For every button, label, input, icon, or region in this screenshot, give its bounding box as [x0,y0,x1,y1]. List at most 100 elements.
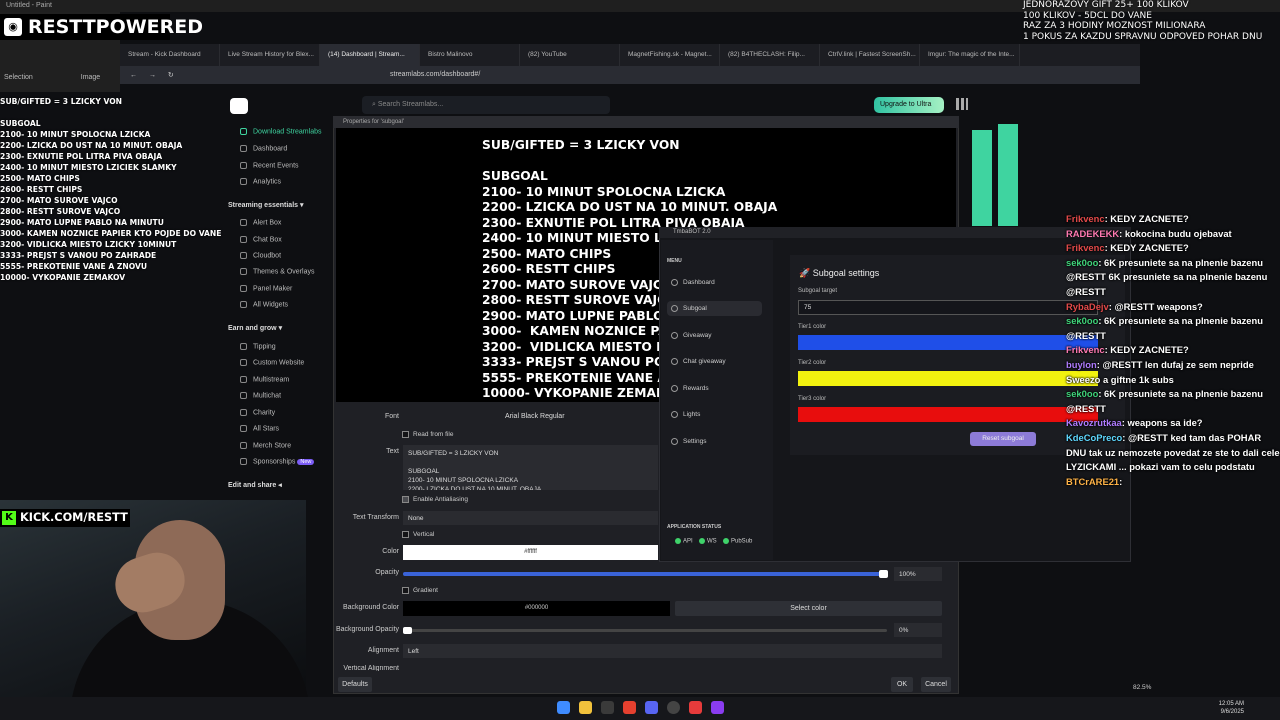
sidebar-item-charity[interactable]: Charity [240,409,275,416]
streamlabs-search[interactable]: ⌕ Search Streamlabs... [362,96,610,114]
subgoal-target-input[interactable]: 75 [798,300,1098,315]
bot-nav-subgoal[interactable]: Subgoal [667,301,762,317]
bot-nav-giveaway[interactable]: Giveaway [667,328,762,343]
sidebar-item-merch-store[interactable]: Merch Store [240,442,291,449]
streamlabs-sidebar: Download Streamlabs Dashboard Recent Eve… [225,90,335,500]
bot-title: TmbaBOT 2.0 [659,227,1131,238]
sidebar-item-label: Alert Box [253,219,282,227]
upgrade-ultra-button[interactable]: Upgrade to Ultra [874,97,944,113]
chat-user: sek0oo [1066,315,1099,327]
brave-browser-icon[interactable] [623,701,636,714]
transform-select[interactable]: None [403,511,658,525]
sidebar-item-download[interactable]: Download Streamlabs [240,128,321,135]
apps-grid-icon[interactable] [956,98,968,110]
nav-label: Chat giveaway [683,358,726,366]
discord-icon[interactable] [645,701,658,714]
bot-nav-chat-giveaway[interactable]: Chat giveaway [667,354,762,369]
sidebar-item-panel-maker[interactable]: Panel Maker [240,285,292,292]
browser-tab[interactable]: Live Stream History for Blex... [220,44,320,66]
section-edit-and-share[interactable]: Edit and share ◂ [228,481,282,489]
bot-nav-settings[interactable]: Settings [667,434,762,449]
sidebar-item-sponsorships[interactable]: Sponsorships New [240,458,315,466]
start-icon[interactable] [557,701,570,714]
sidebar-item-chat-box[interactable]: Chat Box [240,236,282,243]
sidebar-item-all-stars[interactable]: All Stars [240,425,279,432]
bot-nav-lights[interactable]: Lights [667,407,762,422]
selection-tool-label[interactable]: Selection [4,74,33,81]
chat-user: RADEKEKK [1066,227,1120,239]
bot-nav-dashboard[interactable]: Dashboard [667,275,762,290]
sidebar-item-alert-box[interactable]: Alert Box [240,219,281,226]
browser-tab[interactable]: CtrlV.link | Fastest ScreenSh... [820,44,920,66]
bg-color-swatch[interactable]: #000000 [403,601,670,616]
browser-tab-active[interactable]: (14) Dashboard | Stream... [320,44,420,66]
sidebar-item-multistream[interactable]: Multistream [240,376,289,383]
gradient-checkbox[interactable]: Gradient [402,587,438,594]
terminal-icon[interactable] [601,701,614,714]
section-earn-and-grow[interactable]: Earn and grow ▾ [228,324,282,332]
image-tool-label[interactable]: Image [81,74,100,81]
sidebar-item-multichat[interactable]: Multichat [240,392,281,399]
browser-tab[interactable]: MagnetFishing.sk - Magnet... [620,44,720,66]
tier2-color-swatch[interactable] [798,371,1098,386]
sidebar-item-analytics[interactable]: Analytics [240,178,281,185]
browser-tab[interactable]: (82) B4THECLASH: Filip... [720,44,820,66]
nav-label: Settings [683,438,707,446]
checkbox[interactable] [402,431,409,438]
rocket-icon [671,305,678,312]
defaults-button[interactable]: Defaults [338,677,372,692]
sidebar-item-label: Multichat [253,392,282,400]
checkbox[interactable] [402,531,409,538]
sidebar-item-dashboard[interactable]: Dashboard [240,145,287,152]
opacity-slider-handle[interactable] [879,570,888,578]
color-label: Color [382,548,399,555]
checkbox[interactable] [402,496,409,503]
checkbox[interactable] [402,587,409,594]
sidebar-item-cloudbot[interactable]: Cloudbot [240,252,281,259]
cancel-button[interactable]: Cancel [921,677,951,692]
sidebar-item-recent-events[interactable]: Recent Events [240,162,299,169]
browser-tab[interactable]: Imgur: The magic of the Inte... [920,44,1020,66]
forward-icon[interactable]: → [149,72,156,79]
color-swatch[interactable]: #ffffff [403,545,658,560]
system-clock[interactable]: 12:05 AM 9/6/2025 [1219,700,1244,716]
vertical-checkbox[interactable]: Vertical [402,531,434,538]
overlay-line [0,107,240,118]
chat-user: KdeCoPreco [1066,431,1123,443]
tier3-color-swatch[interactable] [798,407,1098,422]
browser-tab[interactable]: Bistro Malinovo [420,44,520,66]
app-icon[interactable] [711,701,724,714]
text-input[interactable]: SUB/GIFTED = 3 LZICKY VON SUBGOAL 2100- … [403,445,658,490]
bot-nav-rewards[interactable]: Rewards [667,381,762,396]
tier1-color-swatch[interactable] [798,335,1098,350]
chat-user: Frikvenc [1066,344,1105,356]
app-icon[interactable] [689,701,702,714]
reload-icon[interactable]: ↻ [168,72,174,79]
opacity-slider[interactable] [403,572,887,576]
back-icon[interactable]: ← [130,72,137,79]
sidebar-item-custom-website[interactable]: Custom Website [240,359,304,366]
address-bar[interactable]: ← → ↻ streamlabs.com/dashboard#/ [120,66,1140,84]
sidebar-item-themes[interactable]: Themes & Overlays [240,268,314,275]
font-value[interactable]: Arial Black Regular [505,413,565,420]
bg-opacity-slider-handle[interactable] [403,627,412,634]
file-explorer-icon[interactable] [579,701,592,714]
read-from-file-checkbox[interactable]: Read from file [402,431,453,438]
ok-button[interactable]: OK [891,677,913,692]
sidebar-item-all-widgets[interactable]: All Widgets [240,301,288,308]
reset-subgoal-button[interactable]: Reset subgoal [970,432,1036,446]
alignment-select[interactable]: Left [403,644,942,658]
antialias-checkbox[interactable]: Enable Antialiasing [402,496,468,503]
sidebar-item-label: Charity [253,409,276,417]
sidebar-item-tipping[interactable]: Tipping [240,343,276,350]
bg-opacity-slider[interactable] [403,629,887,632]
select-color-button[interactable]: Select color [675,601,942,616]
opacity-spinbox[interactable]: 100% [894,567,942,581]
star-icon [240,425,247,432]
obs-icon[interactable] [667,701,680,714]
bg-opacity-spinbox[interactable]: 0% [894,623,942,637]
browser-tab[interactable]: Stream - Kick Dashboard [120,44,220,66]
bulb-icon [671,411,678,418]
browser-tab[interactable]: (82) YouTube [520,44,620,66]
url-text[interactable]: streamlabs.com/dashboard#/ [390,71,480,78]
